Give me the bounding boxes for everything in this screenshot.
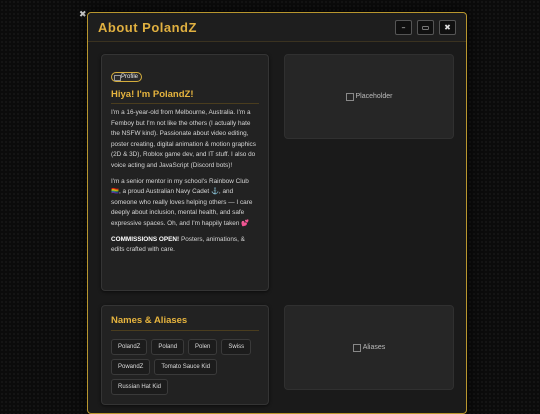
intro-card: Profile Hiya! I'm PolandZ! I'm a 16-year…: [101, 54, 269, 291]
about-window: About PolandZ – ▭ ✖ Profile Hiya! I'm Po…: [87, 12, 467, 414]
broken-image-icon: [345, 92, 354, 101]
close-button[interactable]: ✖: [439, 19, 456, 35]
window-title: About PolandZ: [98, 19, 197, 35]
alias-chip: Russian Hat Kid: [111, 379, 169, 395]
window-controls: – ▭ ✖: [395, 19, 456, 35]
intro-paragraph-2: I'm a senior mentor in my school's Rainb…: [111, 177, 253, 227]
aliases-card: Names & Aliases PolandZ Poland Polen Swi…: [101, 305, 269, 405]
placeholder-image: Placeholder: [284, 54, 454, 139]
aliases-alt-text: Aliases: [362, 344, 386, 351]
aliases-list: PolandZ Poland Polen Swiss PowandZ Tomat…: [111, 339, 259, 395]
window-titlebar[interactable]: About PolandZ – ▭ ✖: [88, 13, 466, 42]
alias-chip: Polen: [188, 339, 218, 355]
placeholder-alt-text: Placeholder: [355, 93, 393, 100]
broken-image-icon: [352, 343, 361, 352]
commissions-label: COMMISSIONS OPEN!: [111, 235, 180, 243]
alias-chip: PowandZ: [111, 359, 151, 375]
alias-chip: Tomato Sauce Kid: [154, 359, 218, 375]
window-content: Profile Hiya! I'm PolandZ! I'm a 16-year…: [88, 42, 466, 412]
minimize-button[interactable]: –: [395, 19, 412, 35]
intro-greeting: Hiya! I'm PolandZ!: [111, 89, 259, 104]
intro-commissions: COMMISSIONS OPEN! Posters, animations, &…: [111, 235, 259, 256]
alias-chip: Swiss: [221, 339, 252, 355]
profile-badge: Profile: [111, 72, 143, 82]
aliases-title: Names & Aliases: [111, 315, 259, 331]
intro-paragraph-1: I'm a 16-year-old from Melbourne, Austra…: [111, 109, 256, 169]
alias-chip: PolandZ: [111, 339, 148, 355]
aliases-image: Aliases: [284, 305, 454, 390]
cursor-icon: ✖: [79, 10, 87, 20]
maximize-button[interactable]: ▭: [417, 19, 434, 35]
alias-chip: Poland: [151, 339, 185, 355]
